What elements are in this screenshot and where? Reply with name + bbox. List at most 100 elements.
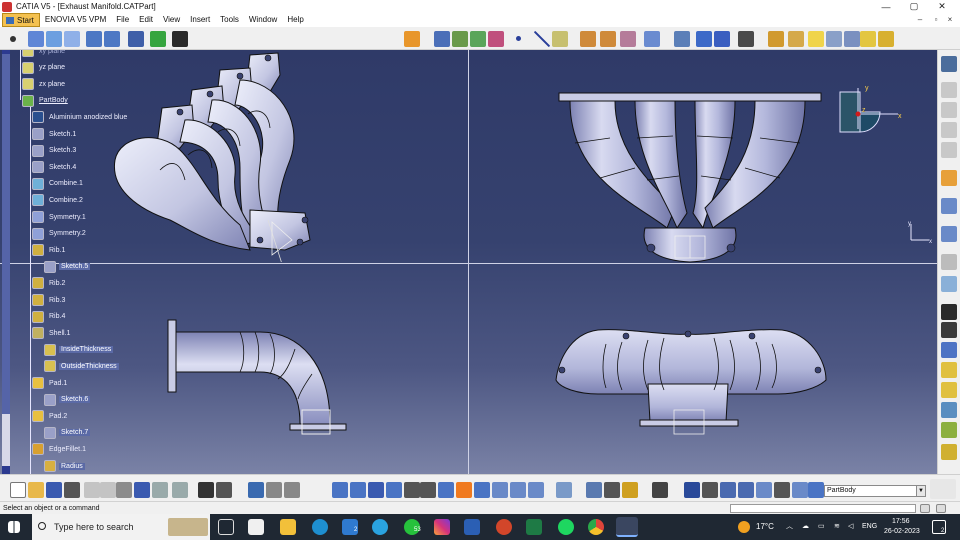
edges-icon[interactable] <box>844 31 860 47</box>
arc-icon[interactable] <box>46 31 62 47</box>
zoom-in-icon[interactable] <box>404 482 420 498</box>
body-switch-icon[interactable] <box>586 482 602 498</box>
sketcher-icon[interactable] <box>941 82 957 98</box>
sketch-plane-icon[interactable] <box>941 198 957 214</box>
analysis-icon[interactable] <box>128 31 144 47</box>
command-input[interactable] <box>730 504 916 513</box>
define-object-icon[interactable] <box>604 482 620 498</box>
tree-item[interactable]: Sketch.3 <box>32 144 78 158</box>
sketch-spline-icon[interactable] <box>28 31 44 47</box>
body-select[interactable]: PartBody ▼ <box>824 485 926 497</box>
menu-tools[interactable]: Tools <box>215 13 244 27</box>
wireframe-icon[interactable] <box>826 31 842 47</box>
manifold-top-view[interactable] <box>548 314 832 444</box>
word-icon[interactable] <box>464 519 480 535</box>
tree-item[interactable]: Sketch.1 <box>32 127 78 141</box>
box-icon[interactable] <box>788 31 804 47</box>
hide-show-icon[interactable] <box>878 31 894 47</box>
view-back-icon[interactable] <box>104 31 120 47</box>
formula-icon[interactable] <box>941 402 957 418</box>
scan-icon[interactable] <box>622 482 638 498</box>
manual-update-icon[interactable] <box>702 482 718 498</box>
catalog-icon[interactable] <box>284 482 300 498</box>
powerpoint-icon[interactable] <box>496 519 512 535</box>
tree-item[interactable]: Aluminium anodized blue <box>32 110 129 124</box>
palette-icon[interactable] <box>404 31 420 47</box>
tree-item[interactable]: EdgeFillet.1 <box>32 442 88 456</box>
tree-item[interactable]: Shell.1 <box>32 326 72 340</box>
print-icon[interactable] <box>64 482 80 498</box>
pan-icon[interactable] <box>368 482 384 498</box>
chevron-down-icon[interactable]: ▼ <box>916 486 925 496</box>
file-explorer-icon[interactable] <box>280 519 296 535</box>
tree-item[interactable]: Rib.3 <box>32 293 67 307</box>
manifold-front-view[interactable] <box>555 88 825 263</box>
project-icon[interactable] <box>941 322 957 338</box>
compass-tool-icon[interactable] <box>860 31 876 47</box>
snap-icon[interactable] <box>696 31 712 47</box>
tree-item[interactable]: Sketch.6 <box>44 393 91 407</box>
catia-taskbar-icon[interactable] <box>616 517 638 537</box>
axis-system-icon[interactable] <box>756 482 772 498</box>
plane-icon[interactable] <box>552 31 568 47</box>
open-file-icon[interactable] <box>28 482 44 498</box>
grid-icon[interactable] <box>714 31 730 47</box>
language-indicator[interactable]: ENG <box>862 514 877 540</box>
undo-icon[interactable] <box>134 482 150 498</box>
task-view-icon[interactable] <box>218 519 234 535</box>
texture-icon[interactable] <box>470 31 486 47</box>
menu-enovia[interactable]: ENOVIA V5 VPM <box>40 13 111 27</box>
close-button[interactable]: ✕ <box>928 0 956 13</box>
instantiate-icon[interactable] <box>720 482 736 498</box>
doc-minimize-button[interactable]: – <box>914 13 926 27</box>
cube-icon[interactable] <box>768 31 784 47</box>
render-icon[interactable] <box>150 31 166 47</box>
line-icon[interactable] <box>534 31 550 47</box>
apply-material-icon[interactable] <box>434 31 450 47</box>
taskbar-search[interactable]: Type here to search <box>32 514 210 540</box>
catalog-browser-icon[interactable] <box>738 482 754 498</box>
cursor-icon[interactable] <box>941 170 957 186</box>
pocket-icon[interactable] <box>600 31 616 47</box>
surface-icon[interactable] <box>64 31 80 47</box>
tree-item[interactable]: Sketch.4 <box>32 160 78 174</box>
apply-customization-icon[interactable] <box>556 482 572 498</box>
onedrive-icon[interactable]: ☁ <box>802 514 809 540</box>
tree-item[interactable]: Sketch.7 <box>44 426 91 440</box>
telegram-icon[interactable] <box>372 519 388 535</box>
maximize-button[interactable]: ▢ <box>900 0 928 13</box>
volume-icon[interactable]: ◁ <box>848 514 853 540</box>
update-icon[interactable] <box>941 276 957 292</box>
pad-icon[interactable] <box>580 31 596 47</box>
tree-item[interactable]: Rib.1 <box>32 243 67 257</box>
normal-view-icon[interactable] <box>438 482 454 498</box>
tree-item[interactable]: zx plane <box>22 77 67 91</box>
paste-icon[interactable] <box>116 482 132 498</box>
reference-icon[interactable] <box>941 122 957 138</box>
battery-icon[interactable]: ▭ <box>818 514 825 540</box>
status-left-button[interactable] <box>920 504 930 513</box>
point-icon[interactable] <box>516 36 521 41</box>
calendar-app-icon[interactable] <box>248 519 264 535</box>
dimension-icon[interactable] <box>941 362 957 378</box>
multi-view-icon[interactable] <box>456 482 472 498</box>
formula-f-icon[interactable] <box>198 482 214 498</box>
law-icon[interactable] <box>941 422 957 438</box>
compass-widget[interactable]: y x z <box>838 86 908 156</box>
scene-icon[interactable] <box>452 31 468 47</box>
comment-icon[interactable] <box>216 482 232 498</box>
knowledge-icon[interactable] <box>266 482 282 498</box>
status-right-button[interactable] <box>936 504 946 513</box>
excel-icon[interactable] <box>526 519 542 535</box>
tree-item[interactable]: OutsideThickness <box>44 359 119 373</box>
fit-all-in-icon[interactable] <box>350 482 366 498</box>
redo-icon[interactable] <box>152 482 168 498</box>
workbench-icon[interactable] <box>941 56 957 72</box>
tree-item[interactable]: Rib.4 <box>32 310 67 324</box>
view-front-icon[interactable] <box>86 31 102 47</box>
zoom-out-icon[interactable] <box>420 482 436 498</box>
manifold-side-view[interactable] <box>160 314 360 444</box>
tree-item[interactable]: Symmetry.2 <box>32 227 88 241</box>
tree-item[interactable]: xy plane <box>22 50 67 58</box>
instagram-icon[interactable] <box>434 519 450 535</box>
